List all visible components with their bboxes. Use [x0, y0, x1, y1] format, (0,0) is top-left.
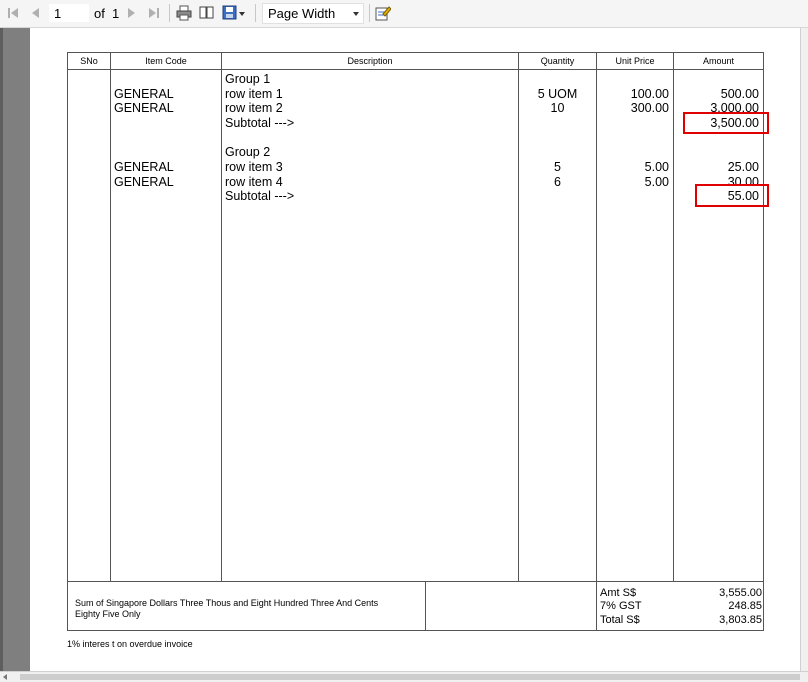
table-header-divider — [67, 69, 764, 70]
table-top-border — [67, 52, 764, 53]
report-toolbar: 1 of 1 Page Width — [0, 0, 808, 28]
column-divider — [673, 52, 674, 582]
item-unit-price: 100.00 — [630, 87, 669, 101]
toolbar-separator — [369, 4, 370, 22]
item-code: GENERAL — [114, 101, 174, 115]
of-label: of — [94, 6, 105, 21]
highlight-box — [683, 112, 769, 134]
total-pages: 1 — [112, 6, 120, 21]
table-body-bottom — [67, 581, 764, 582]
zoom-select[interactable]: Page Width — [262, 3, 364, 24]
column-header-amount: Amount — [702, 56, 735, 66]
item-description: row item 4 — [225, 175, 283, 189]
total-label-amount: Amt S$ — [600, 587, 637, 599]
table-left-border — [67, 52, 68, 631]
page-number-input[interactable]: 1 — [49, 4, 89, 22]
toolbar-separator — [169, 4, 170, 22]
vertical-scrollbar[interactable] — [800, 28, 808, 671]
item-code: GENERAL — [114, 87, 174, 101]
column-divider — [518, 52, 519, 582]
item-quantity: 5 UOM — [537, 87, 578, 101]
subtotal-label: Subtotal ---> — [225, 189, 295, 203]
item-unit-price: 300.00 — [630, 101, 669, 115]
item-code: GENERAL — [114, 175, 174, 189]
footer-divider — [425, 581, 426, 631]
column-header-description: Description — [347, 56, 393, 66]
next-page-icon[interactable] — [124, 3, 140, 23]
total-value-gst: 248.85 — [728, 600, 762, 612]
column-header-quantity: Quantity — [540, 56, 575, 66]
item-description: row item 1 — [225, 87, 283, 101]
previous-page-icon[interactable] — [27, 3, 43, 23]
viewer-background-edge — [0, 28, 3, 671]
item-quantity: 6 — [554, 175, 561, 189]
page-setup-icon[interactable] — [198, 3, 216, 23]
print-icon[interactable] — [175, 3, 193, 23]
total-label-gst: 7% GST — [600, 600, 642, 612]
item-code: GENERAL — [114, 160, 174, 174]
item-unit-price: 5.00 — [644, 160, 669, 174]
amount-in-words-line2: Eighty Five Only — [75, 609, 141, 619]
total-label-grand: Total S$ — [600, 614, 640, 626]
scroll-left-icon[interactable] — [3, 674, 7, 680]
item-amount: 500.00 — [720, 87, 759, 101]
viewer-background — [0, 28, 30, 671]
total-value-amount: 3,555.00 — [719, 587, 762, 599]
column-divider — [221, 52, 222, 582]
group-title: Group 2 — [225, 145, 271, 159]
item-description: row item 3 — [225, 160, 283, 174]
scrollbar-thumb[interactable] — [20, 674, 800, 680]
edit-icon[interactable] — [374, 3, 392, 23]
group-title: Group 1 — [225, 72, 271, 86]
subtotal-label: Subtotal ---> — [225, 116, 295, 130]
zoom-value: Page Width — [268, 6, 336, 21]
first-page-icon[interactable] — [5, 3, 21, 23]
horizontal-scrollbar[interactable] — [0, 671, 808, 682]
chevron-down-icon — [353, 12, 359, 16]
total-value-grand: 3,803.85 — [719, 614, 762, 626]
export-icon[interactable] — [221, 3, 247, 23]
table-bottom-border — [67, 630, 764, 631]
column-divider — [596, 52, 597, 631]
item-quantity: 5 — [554, 160, 561, 174]
item-quantity: 10 — [550, 101, 565, 115]
column-header-sno: SNo — [80, 56, 98, 66]
table-right-border — [763, 52, 764, 631]
footer-note: 1% interes t on overdue invoice — [67, 639, 193, 649]
item-amount: 25.00 — [727, 160, 759, 174]
column-header-item-code: Item Code — [145, 56, 187, 66]
item-unit-price: 5.00 — [644, 175, 669, 189]
column-header-unit-price: Unit Price — [615, 56, 655, 66]
last-page-icon[interactable] — [146, 3, 162, 23]
item-description: row item 2 — [225, 101, 283, 115]
toolbar-separator — [255, 4, 256, 22]
column-divider — [110, 52, 111, 582]
highlight-box — [695, 184, 769, 207]
